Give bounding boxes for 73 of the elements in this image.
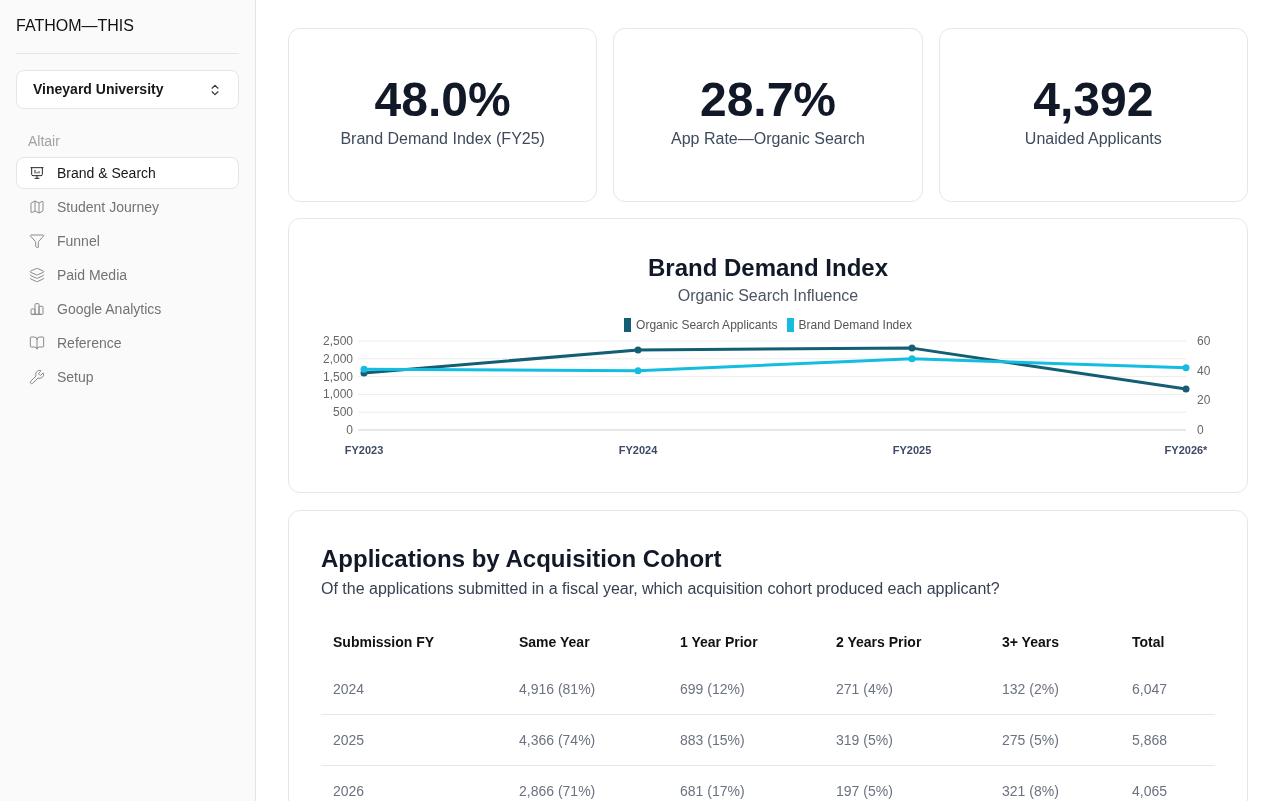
table-cell: 319 (5%) [824,714,990,766]
kpi-label: Unaided Applicants [1024,128,1162,149]
book-icon [29,335,45,351]
table-cell: 271 (4%) [824,664,990,715]
chart-title: Brand Demand Index [647,253,888,283]
table-cell: 132 (2%) [990,664,1120,715]
table-cell: 4,916 (81%) [507,664,668,715]
bar-chart-icon [29,301,45,317]
column-header: 2 Years Prior [835,633,923,652]
table-cell: 5,868 [1120,714,1215,766]
data-point [634,346,642,354]
table-cell: 4,065 [1120,765,1215,801]
sidebar-item[interactable]: Setup [16,361,239,393]
data-point [634,367,642,375]
table-cell: 883 (15%) [668,714,824,766]
wrench-icon [29,369,45,385]
data-point [908,355,916,363]
table-cell: 681 (17%) [668,765,824,801]
section-description: Of the applications submitted in a fiscal year, which acquisition cohort produced each applicant? [321,579,1001,599]
table-cell: 2026 [321,765,507,801]
table-cell: 2024 [321,664,507,715]
column-header: 1 Year Prior [679,633,759,652]
kpi-value: 28.7% [699,75,837,124]
column-header: Submission FY [332,633,436,652]
data-point [908,344,916,352]
column-header: 3+ Years [1001,633,1060,652]
sidebar-item[interactable]: Brand & Search [16,157,239,189]
x-axis-label: FY2023 [344,444,384,456]
axis-tick-label: 20 [1197,393,1211,408]
axis-tick-label: 40 [1197,363,1211,378]
table-cell: 4,366 (74%) [507,714,668,766]
presentation-chart-icon [29,165,45,181]
funnel-icon [29,233,45,249]
kpi-label: App Rate—Organic Search [671,128,865,149]
sidebar-item[interactable]: Reference [16,327,239,359]
legend-label: Brand Demand Index [798,317,912,333]
axis-tick-label: 0 [346,423,353,437]
axis-tick-label: 500 [332,405,353,420]
university-select[interactable]: Vineyard University [16,70,239,109]
axis-tick-label: 2,500 [322,335,353,348]
section-label: Altair [28,133,60,149]
map-icon [29,199,45,215]
data-point [1182,385,1190,393]
sidebar-item[interactable]: Paid Media [16,259,239,291]
table-cell: 275 (5%) [990,714,1120,766]
layers-icon [29,267,45,283]
table-cell: 321 (8%) [990,765,1120,801]
chart-subtitle: Organic Search Influence [677,286,859,306]
legend-label: Organic Search Applicants [636,317,778,333]
section-title: Applications by Acquisition Cohort [321,544,723,574]
table-cell: 6,047 [1120,664,1215,715]
kpi-value: 4,392 [1033,75,1154,124]
x-axis-label: FY2025 [892,444,932,456]
axis-tick-label: 0 [1197,423,1204,437]
column-header: Total [1131,633,1166,652]
column-header: Same Year [518,633,591,652]
table-cell: 197 (5%) [824,765,990,801]
x-axis-label: FY2024 [618,444,658,456]
x-axis-label: FY2026* [1164,444,1208,456]
axis-tick-label: 2,000 [322,351,353,366]
data-point [1182,364,1190,372]
kpi-label: Brand Demand Index (FY25) [340,128,545,149]
kpi-value: 48.0% [374,75,511,124]
axis-tick-label: 60 [1197,335,1211,348]
sidebar-item[interactable]: Student Journey [16,191,239,223]
table-cell: 2025 [321,714,507,766]
table-cell: 699 (12%) [668,664,824,715]
sidebar-item[interactable]: Google Analytics [16,293,239,325]
axis-tick-label: 1,500 [322,369,353,384]
table-cell: 2,866 (71%) [507,765,668,801]
app-title: FATHOM—THIS [16,17,134,34]
axis-tick-label: 1,000 [322,387,353,402]
sidebar-item[interactable]: Funnel [16,225,239,257]
